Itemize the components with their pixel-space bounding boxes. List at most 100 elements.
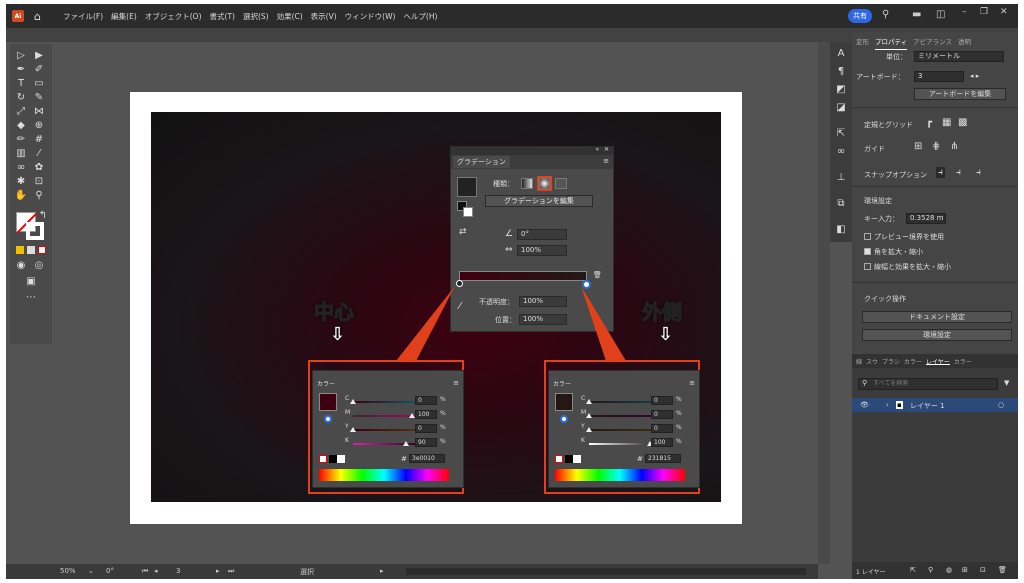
y-slider-thumb[interactable] — [586, 427, 592, 432]
tab-transparency[interactable]: 透明 — [958, 36, 971, 50]
document-setup-button[interactable]: ドキュメント設定 — [862, 311, 1012, 323]
last-artboard-icon[interactable]: ⏭ — [228, 567, 234, 576]
y-value[interactable]: 0 — [651, 424, 673, 433]
tab-swatches[interactable]: スウ — [866, 357, 878, 366]
artboard-number[interactable]: 3 — [176, 567, 180, 575]
export-icon[interactable]: ⇱ — [910, 566, 916, 574]
new-sublayer-icon[interactable]: ⊞ — [962, 566, 968, 574]
artboard-nav-icon[interactable]: ◂ ▸ — [970, 72, 979, 80]
prev-artboard-icon[interactable]: ◂ — [154, 567, 158, 575]
stroke-indicator[interactable] — [324, 415, 332, 423]
tab-brushes[interactable]: ブラシ — [882, 357, 900, 366]
tab-appearance[interactable]: アピアランス — [913, 36, 952, 50]
m-slider[interactable] — [589, 415, 659, 417]
links-icon[interactable]: ∞ — [834, 146, 848, 158]
guides-lock-icon[interactable]: ⋕ — [932, 141, 940, 152]
expand-chevron-icon[interactable]: › — [886, 401, 889, 409]
preferences-button[interactable]: 環境設定 — [862, 329, 1012, 341]
trash-icon[interactable]: 🗑 — [998, 566, 1007, 574]
visibility-icon[interactable]: 👁 — [860, 401, 869, 409]
tab-properties[interactable]: プロパティ — [875, 36, 908, 50]
unit-select[interactable]: ミリメートル — [914, 51, 1004, 62]
black-swatch[interactable] — [329, 455, 337, 463]
snap-point-icon[interactable]: ⫞ — [936, 167, 945, 178]
panel-menu-icon[interactable]: ≡ — [689, 379, 695, 387]
k-slider[interactable] — [353, 443, 423, 445]
align-icon[interactable]: ⊥ — [834, 172, 848, 184]
new-layer-icon[interactable]: ⊡ — [980, 566, 986, 574]
transparency-icon[interactable]: ◧ — [834, 224, 848, 236]
status-arrow-icon[interactable]: ▸ — [380, 567, 384, 575]
tab-layers[interactable]: レイヤー — [925, 357, 950, 366]
target-icon[interactable]: ○ — [998, 401, 1004, 409]
zoom-select[interactable]: 50% — [60, 567, 76, 575]
smart-guides-icon[interactable]: ⋔ — [950, 141, 958, 152]
layer-name[interactable]: レイヤー 1 — [910, 401, 944, 411]
scale-corners-checkbox[interactable] — [864, 248, 871, 255]
m-value[interactable]: 0 — [651, 410, 673, 419]
color-spectrum[interactable] — [555, 469, 685, 481]
pixel-grid-icon[interactable]: ▩ — [958, 117, 967, 128]
vertical-scrollbar[interactable] — [818, 42, 830, 564]
hex-input[interactable]: 3e0010 — [409, 454, 445, 463]
c-slider-thumb[interactable] — [350, 399, 356, 404]
panel-menu-icon[interactable]: ≡ — [453, 379, 459, 387]
none-swatch[interactable] — [319, 455, 327, 463]
tab-color[interactable]: カラー — [904, 357, 922, 366]
c-value[interactable]: 0 — [651, 396, 673, 405]
locate-icon[interactable]: ⚲ — [928, 566, 933, 574]
character-icon[interactable]: A — [834, 48, 848, 60]
filter-icon[interactable]: ▼ — [1004, 379, 1009, 387]
first-artboard-icon[interactable]: ⏮ — [142, 567, 148, 576]
c-slider[interactable] — [353, 401, 423, 403]
horizontal-scrollbar[interactable] — [406, 568, 806, 575]
layer-row[interactable]: 👁 › ▪ レイヤー 1 ○ — [852, 398, 1018, 412]
paragraph-icon[interactable]: ¶ — [834, 66, 848, 78]
stroke-indicator[interactable] — [560, 415, 568, 423]
k-value[interactable]: 90 — [415, 438, 437, 447]
libraries-icon[interactable]: ◩ — [834, 84, 848, 96]
pathfinder-icon[interactable]: ⧉ — [834, 198, 848, 210]
zoom-chevron-icon[interactable]: ⌄ — [88, 567, 94, 575]
clipping-mask-icon[interactable]: ◍ — [946, 566, 952, 574]
ruler-icon[interactable]: ┏ — [926, 117, 932, 128]
color-tab[interactable]: カラー — [317, 379, 335, 388]
artboard-select[interactable]: 3 — [914, 71, 964, 82]
white-swatch[interactable] — [573, 455, 581, 463]
export-icon[interactable]: ⇱ — [834, 128, 848, 140]
scale-strokes-checkbox[interactable] — [864, 263, 871, 270]
next-artboard-icon[interactable]: ▸ — [216, 567, 220, 575]
m-slider-thumb[interactable] — [586, 413, 592, 418]
rotation-select[interactable]: 0° — [106, 567, 114, 575]
none-swatch[interactable] — [555, 455, 563, 463]
fill-color-swatch[interactable] — [555, 393, 573, 411]
white-swatch[interactable] — [337, 455, 345, 463]
tab-stroke[interactable]: 線 — [856, 357, 862, 366]
k-value[interactable]: 100 — [651, 438, 673, 447]
snap-pixel-icon[interactable]: ⫞ — [956, 167, 961, 178]
edit-artboard-button[interactable]: アートボードを編集 — [914, 88, 1006, 100]
y-slider[interactable] — [353, 429, 423, 431]
y-slider-thumb[interactable] — [350, 427, 356, 432]
layers-search-input[interactable]: すべてを検索 — [858, 378, 998, 390]
black-swatch[interactable] — [565, 455, 573, 463]
color-tab[interactable]: カラー — [553, 379, 571, 388]
snap-glyph-icon[interactable]: ⫞ — [976, 167, 981, 178]
color-spectrum[interactable] — [319, 469, 449, 481]
k-slider-thumb[interactable] — [403, 441, 409, 446]
m-value[interactable]: 100 — [415, 410, 437, 419]
assets-icon[interactable]: ◪ — [834, 102, 848, 114]
key-input-field[interactable]: 0.3528 m — [906, 213, 946, 224]
y-value[interactable]: 0 — [415, 424, 437, 433]
c-slider-thumb[interactable] — [586, 399, 592, 404]
y-slider[interactable] — [589, 429, 659, 431]
tab-transform[interactable]: 変形 — [856, 36, 869, 50]
hex-input[interactable]: 231815 — [645, 454, 681, 463]
tab-color-guide[interactable]: カラー — [954, 357, 972, 366]
guides-show-icon[interactable]: ⊞ — [914, 141, 922, 152]
c-value[interactable]: 0 — [415, 396, 437, 405]
fill-color-swatch[interactable] — [319, 393, 337, 411]
preview-bounds-checkbox[interactable] — [864, 233, 871, 240]
grid-icon[interactable]: ▦ — [942, 117, 951, 128]
c-slider[interactable] — [589, 401, 659, 403]
